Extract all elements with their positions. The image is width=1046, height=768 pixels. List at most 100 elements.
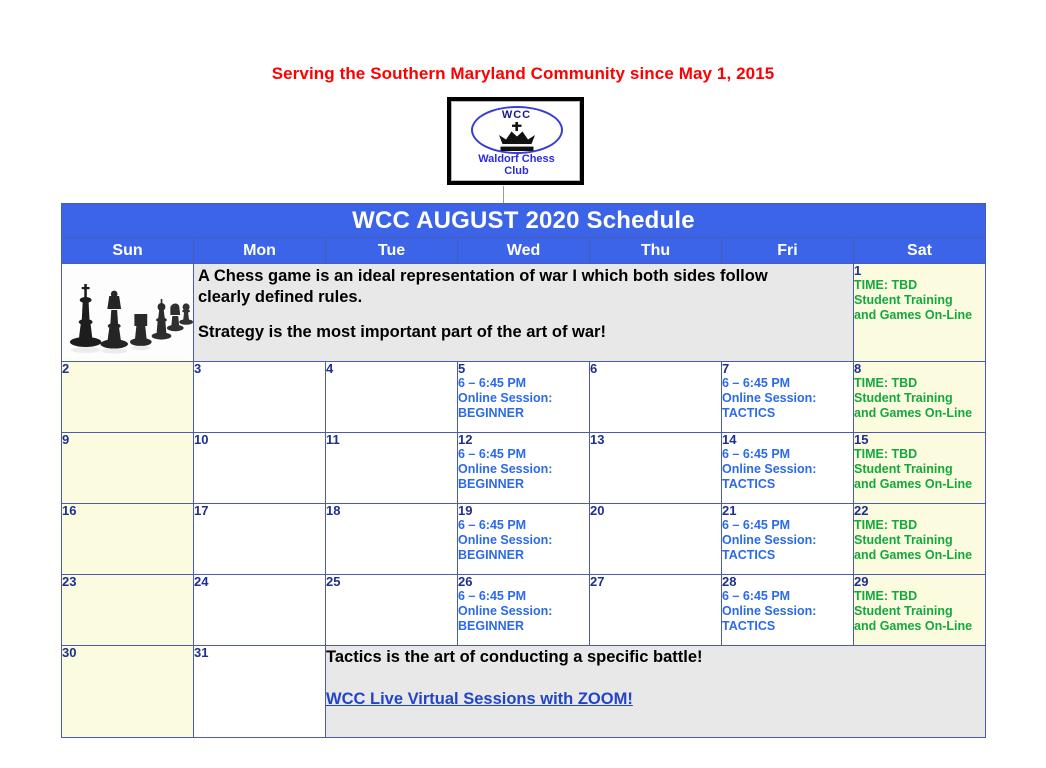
event-line: TACTICS	[722, 477, 776, 491]
event-line: TIME: TBD	[854, 589, 918, 603]
calendar-cell-aug-28[interactable]: 28 6 – 6:45 PM Online Session: TACTICS	[721, 574, 854, 646]
day-number: 27	[590, 574, 605, 589]
event-line: 6 – 6:45 PM	[458, 447, 527, 461]
event-line: 6 – 6:45 PM	[458, 518, 527, 532]
event-line: and Games On-Line	[854, 477, 973, 491]
calendar-cell-aug-3[interactable]: 3	[193, 361, 326, 433]
calendar-week-5: 23 24 25 26 6 – 6:45 PM Online Session: …	[61, 574, 986, 646]
day-number: 26	[458, 574, 473, 589]
event-line: TIME: TBD	[854, 376, 918, 390]
waldorf-chess-club-logo: WCC Waldorf Chess Club	[447, 97, 584, 185]
calendar-cell-aug-9[interactable]: 9	[61, 432, 194, 504]
event-line: Online Session:	[722, 533, 817, 547]
day-header-mon: Mon	[193, 237, 326, 264]
event-line: Student Training	[854, 293, 953, 307]
event-line: BEGINNER	[458, 477, 524, 491]
calendar-week-6: 30 31 Tactics is the art of conducting a…	[61, 645, 986, 738]
event-line: TIME: TBD	[854, 518, 918, 532]
calendar-cell-aug-29[interactable]: 29 TIME: TBD Student Training and Games …	[853, 574, 986, 646]
calendar-cell-aug-14[interactable]: 14 6 – 6:45 PM Online Session: TACTICS	[721, 432, 854, 504]
zoom-sessions-link[interactable]: WCC Live Virtual Sessions with ZOOM!	[326, 690, 633, 709]
event-line: Online Session:	[722, 604, 817, 618]
calendar-cell-aug-26[interactable]: 26 6 – 6:45 PM Online Session: BEGINNER	[457, 574, 590, 646]
day-number: 9	[62, 432, 70, 447]
week1-quote-cell: A Chess game is an ideal representation …	[193, 263, 854, 362]
calendar-cell-aug-27[interactable]: 27	[589, 574, 722, 646]
day-number: 30	[62, 645, 77, 660]
event-line: Online Session:	[458, 604, 553, 618]
calendar-cell-aug-2[interactable]: 2	[61, 361, 194, 433]
logo-monogram: WCC	[501, 109, 532, 121]
event-line: 6 – 6:45 PM	[722, 447, 791, 461]
calendar-cell-aug-20[interactable]: 20	[589, 503, 722, 575]
quote-spacer	[198, 308, 849, 322]
calendar-cell-aug-8[interactable]: 8 TIME: TBD Student Training and Games O…	[853, 361, 986, 433]
event-line: 6 – 6:45 PM	[722, 589, 791, 603]
event-line: TACTICS	[722, 548, 776, 562]
calendar-cell-aug-18[interactable]: 18	[325, 503, 458, 575]
day-number: 17	[194, 503, 209, 518]
calendar-table: WCC AUGUST 2020 Schedule Sun Mon Tue Wed…	[61, 203, 986, 738]
calendar-cell-aug-21[interactable]: 21 6 – 6:45 PM Online Session: TACTICS	[721, 503, 854, 575]
calendar-cell-aug-15[interactable]: 15 TIME: TBD Student Training and Games …	[853, 432, 986, 504]
day-number: 13	[590, 432, 605, 447]
event-line: and Games On-Line	[854, 619, 973, 633]
event-line: and Games On-Line	[854, 308, 973, 322]
day-number: 31	[194, 645, 209, 660]
calendar-cell-aug-10[interactable]: 10	[193, 432, 326, 504]
calendar-title: WCC AUGUST 2020 Schedule	[61, 203, 986, 238]
calendar-week-3: 9 10 11 12 6 – 6:45 PM Online Session: B…	[61, 432, 986, 504]
calendar-cell-aug-7[interactable]: 7 6 – 6:45 PM Online Session: TACTICS	[721, 361, 854, 433]
calendar-cell-aug-5[interactable]: 5 6 – 6:45 PM Online Session: BEGINNER	[457, 361, 590, 433]
tagline: Serving the Southern Maryland Community …	[271, 64, 775, 83]
day-header-row: Sun Mon Tue Wed Thu Fri Sat	[61, 237, 986, 264]
event-line: 6 – 6:45 PM	[458, 589, 527, 603]
day-number: 16	[62, 503, 77, 518]
calendar-cell-aug-12[interactable]: 12 6 – 6:45 PM Online Session: BEGINNER	[457, 432, 590, 504]
event-line: BEGINNER	[458, 548, 524, 562]
calendar-cell-aug-25[interactable]: 25	[325, 574, 458, 646]
calendar-cell-aug-23[interactable]: 23	[61, 574, 194, 646]
event-line: BEGINNER	[458, 406, 524, 420]
day-number: 14	[722, 432, 737, 447]
calendar-cell-aug-30[interactable]: 30	[61, 645, 194, 738]
day-header-sun: Sun	[61, 237, 194, 264]
day-number: 28	[722, 574, 737, 589]
calendar-cell-aug-24[interactable]: 24	[193, 574, 326, 646]
day-number: 22	[854, 503, 869, 518]
calendar-week-2: 2 3 4 5 6 – 6:45 PM Online Session: BEGI…	[61, 361, 986, 433]
day-number: 24	[194, 574, 209, 589]
calendar-cell-aug-31[interactable]: 31	[193, 645, 326, 738]
quote-line-1: A Chess game is an ideal representation …	[198, 267, 768, 285]
event-line: Student Training	[854, 391, 953, 405]
calendar-cell-aug-17[interactable]: 17	[193, 503, 326, 575]
calendar-cell-aug-11[interactable]: 11	[325, 432, 458, 504]
calendar-cell-aug-22[interactable]: 22 TIME: TBD Student Training and Games …	[853, 503, 986, 575]
quote-line-2: clearly defined rules.	[198, 288, 363, 306]
calendar-cell-aug-19[interactable]: 19 6 – 6:45 PM Online Session: BEGINNER	[457, 503, 590, 575]
day-header-sat: Sat	[853, 237, 986, 264]
day-number: 18	[326, 503, 341, 518]
event-line: Online Session:	[458, 462, 553, 476]
footer-note-cell: Tactics is the art of conducting a speci…	[325, 645, 986, 738]
week1-quote-box: A Chess game is an ideal representation …	[194, 264, 853, 361]
calendar-cell-aug-1[interactable]: 1 TIME: TBD Student Training and Games O…	[853, 263, 986, 362]
event-line: Online Session:	[458, 533, 553, 547]
footer-note-text: Tactics is the art of conducting a speci…	[326, 648, 703, 666]
day-number: 5	[458, 361, 466, 376]
event-line: Student Training	[854, 462, 953, 476]
calendar-cell-aug-13[interactable]: 13	[589, 432, 722, 504]
chess-pieces-image	[62, 264, 193, 359]
chess-king-crown-icon	[499, 122, 535, 151]
day-number: 21	[722, 503, 737, 518]
event-line: Online Session:	[722, 462, 817, 476]
logo-stem-line	[503, 186, 504, 203]
chess-pieces-photo	[61, 263, 194, 362]
event-line: 6 – 6:45 PM	[722, 518, 791, 532]
day-number: 15	[854, 432, 869, 447]
calendar-cell-aug-16[interactable]: 16	[61, 503, 194, 575]
day-header-fri: Fri	[721, 237, 854, 264]
calendar-cell-aug-4[interactable]: 4	[325, 361, 458, 433]
day-number: 10	[194, 432, 209, 447]
calendar-cell-aug-6[interactable]: 6	[589, 361, 722, 433]
